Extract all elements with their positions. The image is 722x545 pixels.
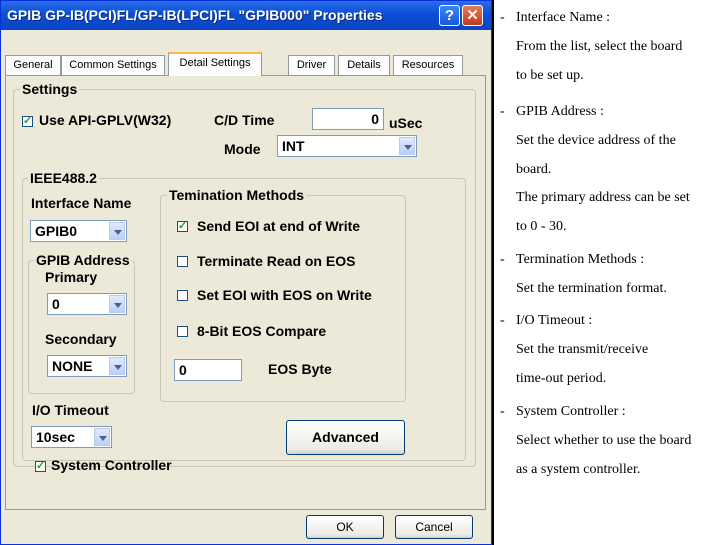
help-button[interactable]: ? [439,5,460,26]
help-interface-name-line: to be set up. [516,68,584,83]
cd-time-unit: uSec [389,115,423,131]
help-io-timeout-line: Set the transmit/receive [516,342,649,357]
interface-name-label: Interface Name [31,195,132,211]
eight-bit-eos-compare-checkbox[interactable] [177,326,188,337]
primary-value: 0 [52,296,60,312]
help-termination-title: Termination Methods : [516,252,645,267]
eos-byte-input[interactable]: 0 [174,359,242,381]
secondary-select[interactable]: NONE [47,355,127,377]
interface-name-value: GPIB0 [35,223,78,239]
cancel-button[interactable]: Cancel [395,515,473,539]
help-gpib-address-line: to 0 - 30. [516,219,567,234]
close-button[interactable]: ✕ [462,5,483,26]
set-eoi-eos-label: Set EOI with EOS on Write [197,287,372,303]
cd-time-label: C/D Time [214,112,275,128]
ieee4882-group: IEEE488.2 Interface Name GPIB0 GPIB Addr… [22,170,466,473]
settings-group-label: Settings [20,81,80,97]
chevron-down-icon[interactable] [109,295,125,313]
send-eoi-label: Send EOI at end of Write [197,218,361,234]
tab-general[interactable]: General [5,55,61,75]
termination-methods-group: Temination Methods ✓ Send EOI at end of … [160,187,406,402]
use-api-label: Use API-GPLV(W32) [39,112,172,128]
help-gpib-address-line: Set the device address of the [516,133,676,148]
chevron-down-icon[interactable] [109,222,125,240]
tab-detail-settings[interactable]: Detail Settings [168,52,262,76]
io-timeout-value: 10sec [36,429,75,445]
chevron-down-icon[interactable] [399,137,415,155]
help-system-controller-line: as a system controller. [516,462,641,477]
help-interface-name-title: Interface Name : [516,10,611,25]
help-interface-name-line: From the list, select the board [516,39,683,54]
settings-group: Settings ✓ Use API-GPLV(W32) C/D Time 0 … [13,81,476,473]
tab-resources[interactable]: Resources [393,55,463,75]
help-system-controller-title: System Controller : [516,404,626,419]
terminate-read-eos-label: Terminate Read on EOS [197,253,356,269]
tab-details[interactable]: Details [338,55,390,75]
ok-button[interactable]: OK [306,515,384,539]
send-eoi-checkbox[interactable]: ✓ [177,221,188,232]
detail-settings-panel: Settings ✓ Use API-GPLV(W32) C/D Time 0 … [5,75,486,539]
chevron-down-icon[interactable] [109,357,125,375]
help-io-timeout-title: I/O Timeout : [516,313,593,328]
advanced-button[interactable]: Advanced [286,420,405,455]
system-controller-checkbox[interactable]: ✓ [35,461,46,472]
ieee4882-group-label: IEEE488.2 [28,170,99,186]
chevron-down-icon[interactable] [94,428,110,446]
eos-byte-label: EOS Byte [268,361,332,377]
primary-label: Primary [45,269,98,285]
mode-select[interactable]: INT [277,135,417,157]
eight-bit-eos-compare-label: 8-Bit EOS Compare [197,323,327,339]
help-gpib-address-title: GPIB Address : [516,104,604,119]
help-termination-line: Set the termination format. [516,281,667,296]
help-system-controller-line: Select whether to use the board [516,433,692,448]
help-gpib-address-line: board. [516,162,552,177]
secondary-value: NONE [52,358,93,374]
interface-name-select[interactable]: GPIB0 [30,220,127,242]
tab-driver[interactable]: Driver [288,55,335,75]
title-bar[interactable]: GPIB GP-IB(PCI)FL/GP-IB(LPCI)FL "GPIB000… [1,1,491,30]
io-timeout-select[interactable]: 10sec [31,426,112,448]
properties-dialog: GPIB GP-IB(PCI)FL/GP-IB(LPCI)FL "GPIB000… [0,0,492,545]
mode-value: INT [282,138,305,154]
system-controller-label: System Controller [51,457,172,473]
help-text-panel: - Interface Name : From the list, select… [492,0,722,545]
tab-common-settings[interactable]: Common Settings [61,55,165,75]
use-api-checkbox[interactable]: ✓ [22,116,33,127]
window-title: GPIB GP-IB(PCI)FL/GP-IB(LPCI)FL "GPIB000… [7,7,383,23]
cd-time-input[interactable]: 0 [312,108,384,130]
gpib-address-label: GPIB Address [34,252,132,268]
help-io-timeout-line: time-out period. [516,371,607,386]
gpib-address-group: GPIB Address Primary 0 Secondary NONE [28,252,135,394]
terminate-read-eos-checkbox[interactable] [177,256,188,267]
secondary-label: Secondary [45,331,117,347]
help-gpib-address-line: The primary address can be set [516,190,690,205]
primary-select[interactable]: 0 [47,293,127,315]
termination-methods-label: Temination Methods [167,187,307,203]
io-timeout-label: I/O Timeout [32,402,109,418]
mode-label: Mode [224,141,261,157]
set-eoi-eos-checkbox[interactable] [177,290,188,301]
